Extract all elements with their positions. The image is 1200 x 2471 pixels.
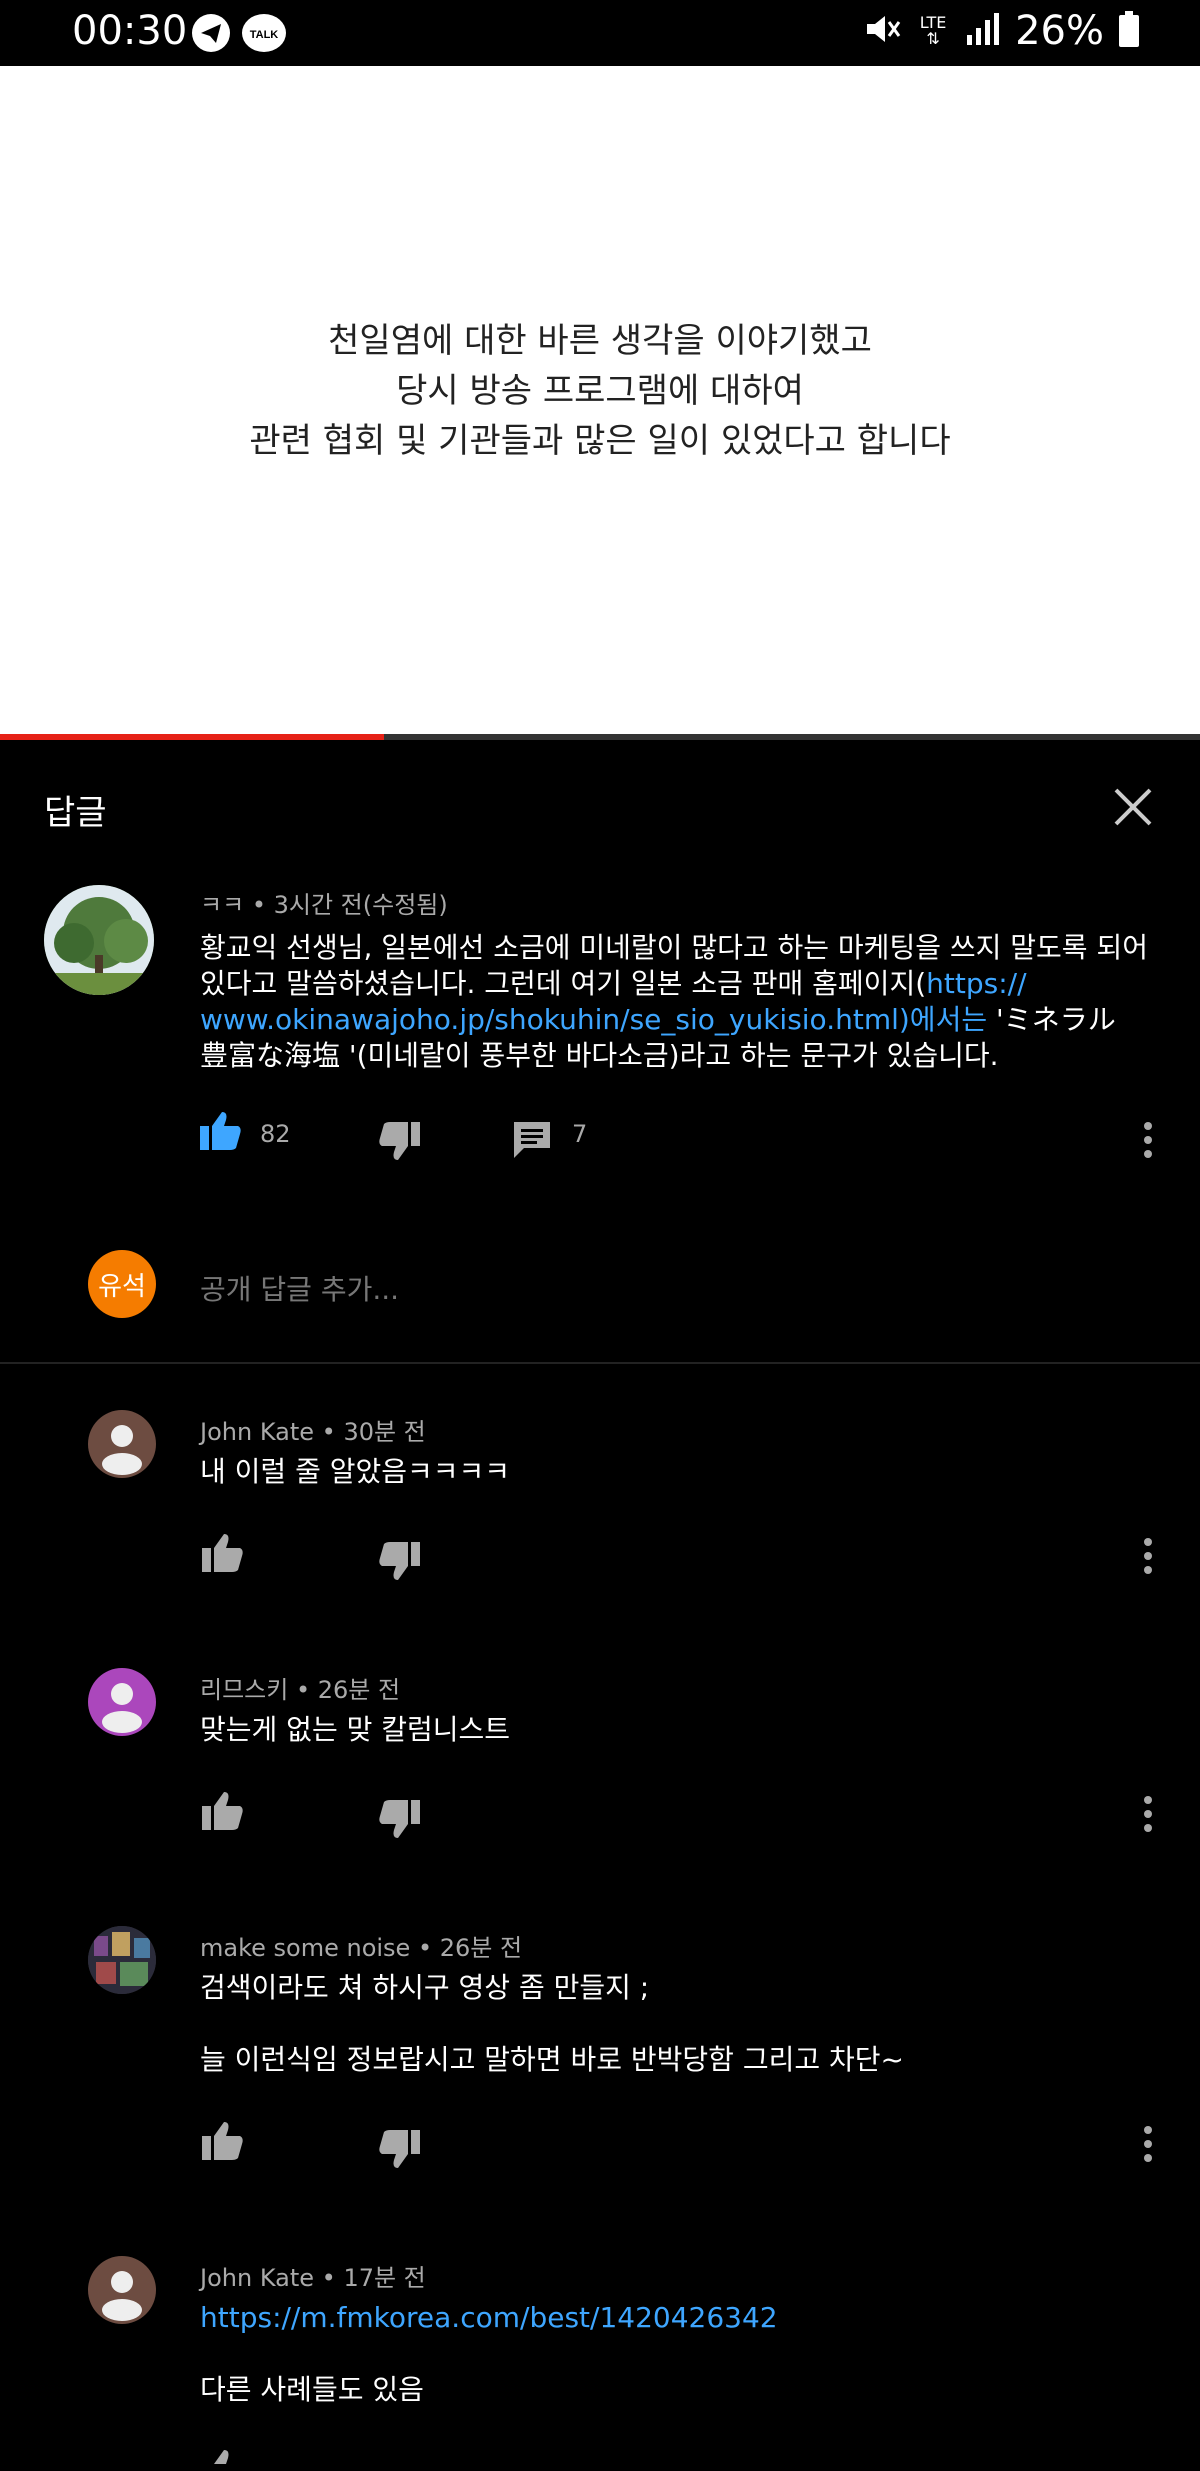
replies-header: 답글 (0, 740, 1200, 870)
comment-meta: ㅋㅋ • 3시간 전(수정됨) (200, 885, 448, 920)
avatar[interactable] (88, 1410, 156, 1478)
battery-percent: 26% (1015, 8, 1104, 54)
dislike-button[interactable] (378, 1798, 422, 1844)
default-avatar-icon (102, 2271, 142, 2321)
meta-dot: • (251, 891, 274, 919)
thumbs-down-icon (379, 1542, 420, 1580)
reply-meta: make some noise • 26분 전 (200, 1928, 522, 1963)
comment-author[interactable]: ㅋㅋ (200, 891, 244, 919)
lte-label: LTE (919, 13, 947, 32)
replies-title: 답글 (44, 793, 107, 833)
reply-text-line-2: 늘 이런식임 정보랍시고 말하면 바로 반박당함 그리고 차단~ (200, 2043, 905, 2076)
meta-dot: • (288, 1676, 318, 1704)
like-button[interactable] (200, 1532, 244, 1578)
lte-icon: LTE ⇅ (919, 13, 947, 48)
reply-author[interactable]: 리므스키 (200, 1676, 288, 1704)
reply-text: 다른 사례들도 있음 (200, 2373, 424, 2406)
thumbs-down-icon (379, 1800, 420, 1838)
default-avatar-icon (102, 1425, 142, 1475)
reply-time: 30분 전 (343, 1418, 426, 1446)
comment-text-part: 있다고 말씀하셨습니다. 그런데 여기 일본 소금 판매 홈페이지( (200, 967, 927, 1000)
reply-author[interactable]: John Kate (200, 1418, 314, 1446)
signal-icon (965, 11, 1001, 51)
more-vert-icon (1144, 1122, 1152, 1158)
more-vert-icon (1144, 1796, 1152, 1832)
avatar[interactable] (88, 1668, 156, 1736)
more-options-button[interactable] (1142, 2124, 1154, 2168)
comment-text-part: 'ミネラル (987, 1003, 1116, 1036)
thumbs-up-icon (214, 2450, 229, 2464)
divider (0, 1362, 1200, 1364)
meta-dot: • (410, 1934, 440, 1962)
status-bar: 00:30 TALK LTE ⇅ 26% (0, 0, 1200, 66)
more-options-button[interactable] (1142, 1794, 1154, 1838)
more-vert-icon (1144, 2126, 1152, 2162)
dislike-button[interactable] (378, 2128, 422, 2174)
add-reply-input[interactable]: 공개 답글 추가... (200, 1268, 399, 1308)
like-count: 82 (260, 1120, 291, 1148)
like-button[interactable] (200, 1790, 244, 1836)
caption-line-3: 관련 협회 및 기관들과 많은 일이 있었다고 합니다 (249, 421, 951, 461)
more-vert-icon (1144, 1538, 1152, 1574)
thumbs-down-icon (379, 1122, 420, 1160)
reply-text: 맞는게 없는 맞 칼럼니스트 (200, 1713, 511, 1746)
avatar[interactable] (88, 2256, 156, 2324)
thumbs-up-icon (202, 1792, 243, 1830)
thumbs-down-icon (379, 2130, 420, 2168)
comment-line-3: www.okinawajoho.jp/shokuhin/se_sio_yukis… (200, 1002, 1160, 1038)
reply-text: 내 이럴 줄 알았음ㅋㅋㅋㅋ (200, 1455, 511, 1488)
more-options-button[interactable] (1142, 1536, 1154, 1580)
reply-author[interactable]: make some noise (200, 1934, 410, 1962)
comment-icon (514, 1122, 550, 1158)
photo-avatar-icon (88, 1926, 156, 1994)
svg-text:TALK: TALK (250, 29, 279, 41)
reply-meta: 리므스키 • 26분 전 (200, 1670, 400, 1705)
avatar[interactable] (88, 1926, 156, 1994)
more-options-button[interactable] (1142, 1120, 1154, 1164)
like-button[interactable] (198, 1110, 242, 1156)
avatar[interactable] (44, 885, 154, 995)
reply-meta: John Kate • 30분 전 (200, 1412, 426, 1447)
status-time: 00:30 (72, 8, 188, 54)
reply-text: 검색이라도 쳐 하시구 영상 좀 만들지 ; (200, 1971, 650, 2004)
thumbs-up-icon (202, 2122, 243, 2160)
tree-avatar-icon (44, 885, 154, 995)
reply-count: 7 (572, 1120, 588, 1148)
my-avatar: 유석 (88, 1250, 156, 1318)
reply-time: 17분 전 (343, 2264, 426, 2292)
dislike-button[interactable] (378, 1540, 422, 1586)
reply-meta: John Kate • 17분 전 (200, 2258, 426, 2293)
like-button[interactable] (200, 2448, 244, 2471)
comment-line-1: 황교익 선생님, 일본에선 소금에 미네랄이 많다고 하는 마케팅을 쓰지 말도… (200, 931, 1148, 964)
comment-text: 황교익 선생님, 일본에선 소금에 미네랄이 많다고 하는 마케팅을 쓰지 말도… (200, 930, 1160, 1074)
thumbs-up-icon (200, 1112, 241, 1150)
caption-line-1: 천일염에 대한 바른 생각을 이야기했고 (328, 321, 872, 361)
reply-time: 26분 전 (439, 1934, 523, 1962)
reply-link[interactable]: https://m.fmkorea.com/best/1420426342 (200, 2300, 778, 2336)
video-player[interactable]: 천일염에 대한 바른 생각을 이야기했고 당시 방송 프로그램에 대하여 관련 … (0, 66, 1200, 740)
close-icon (1114, 788, 1152, 826)
video-caption: 천일염에 대한 바른 생각을 이야기했고 당시 방송 프로그램에 대하여 관련 … (0, 316, 1200, 466)
comment-line-4: 豊富な海塩 '(미네랄이 풍부한 바다소금)라고 하는 문구가 있습니다. (200, 1039, 999, 1072)
mute-icon (863, 10, 901, 52)
comment-link[interactable]: https:// (926, 967, 1026, 1000)
battery-icon (1118, 10, 1140, 52)
meta-dot: • (314, 1418, 344, 1446)
thumbs-up-icon (202, 1534, 243, 1572)
kakaotalk-icon: TALK (242, 14, 286, 52)
comment-line-2: 있다고 말씀하셨습니다. 그런데 여기 일본 소금 판매 홈페이지(https:… (200, 966, 1160, 1002)
telegram-icon (192, 14, 230, 52)
meta-dot: • (314, 2264, 344, 2292)
comment-link-continued[interactable]: www.okinawajoho.jp/shokuhin/se_sio_yukis… (200, 1003, 987, 1036)
default-avatar-icon (102, 1683, 142, 1733)
like-button[interactable] (200, 2120, 244, 2166)
reply-time: 26분 전 (317, 1676, 401, 1704)
comment-time: 3시간 전(수정됨) (273, 891, 448, 919)
reply-author[interactable]: John Kate (200, 2264, 314, 2292)
caption-line-2: 당시 방송 프로그램에 대하여 (396, 371, 804, 411)
reply-button[interactable] (512, 1120, 552, 1164)
dislike-button[interactable] (378, 1120, 422, 1166)
close-button[interactable] (1108, 782, 1158, 836)
